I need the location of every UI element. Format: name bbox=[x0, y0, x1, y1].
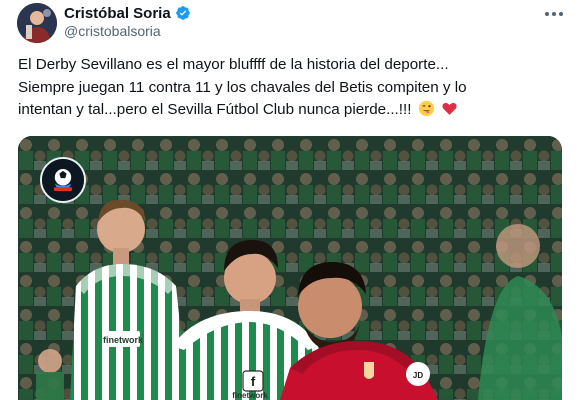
tweet-card: Cristóbal Soria @cristobalsoria El Derby… bbox=[0, 0, 580, 400]
tweet-text-line-1: El Derby Sevillano es el mayor bluffff d… bbox=[18, 56, 449, 73]
tweet-media-photo[interactable]: finetwork f finetwork JD bbox=[18, 136, 562, 400]
tweet-text-line-3: intentan y tal...pero el Sevilla Fútbol … bbox=[18, 101, 412, 118]
svg-text:f: f bbox=[251, 374, 256, 389]
football-logo-icon bbox=[42, 159, 84, 201]
jersey-sponsor-text-2: finetwork bbox=[232, 391, 268, 400]
author-handle[interactable]: @cristobalsoria bbox=[64, 23, 161, 39]
author-avatar[interactable] bbox=[17, 3, 57, 43]
winking-face-with-tongue-emoji-icon bbox=[418, 100, 434, 117]
author-display-name[interactable]: Cristóbal Soria bbox=[64, 5, 171, 22]
verified-badge-icon bbox=[175, 6, 190, 20]
author-name-row: Cristóbal Soria bbox=[64, 4, 191, 22]
tweet-text-line-2: Siempre juegan 11 contra 11 y los chaval… bbox=[18, 78, 467, 96]
channel-logo-badge bbox=[40, 157, 86, 203]
more-options-icon bbox=[545, 12, 563, 16]
svg-text:JD: JD bbox=[413, 371, 423, 380]
red-heart-emoji-icon bbox=[442, 102, 457, 115]
jersey-sponsor-text-1: finetwork bbox=[103, 335, 144, 345]
tweet-text-line-3-wrap: intentan y tal...pero el Sevilla Fútbol … bbox=[18, 99, 566, 122]
football-photo: finetwork f finetwork JD bbox=[18, 136, 562, 400]
tweet-text: El Derby Sevillano es el mayor bluffff d… bbox=[18, 54, 566, 122]
more-options-button[interactable] bbox=[542, 5, 566, 23]
